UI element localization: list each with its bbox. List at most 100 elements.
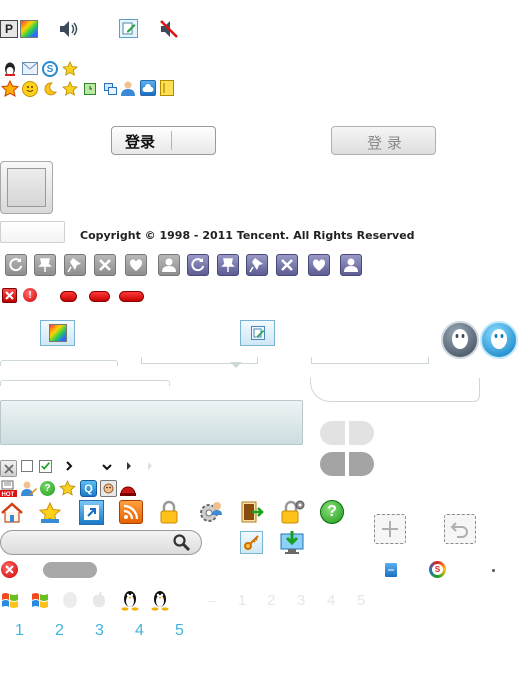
qq-penguin-icon [491,329,507,349]
hot-icon: HOT [0,480,17,497]
search-icon[interactable] [172,533,191,552]
mute-icon[interactable] [158,18,180,40]
panel-outline-left [0,360,118,366]
heart-button[interactable] [125,254,147,276]
login-button[interactable]: 登录 [111,126,216,155]
qq-avatar-gray[interactable] [441,321,479,359]
ghost-digit: 5 [357,592,366,609]
home-icon[interactable] [0,501,24,525]
qq-avatar-blue[interactable] [480,321,518,359]
number-tab-4[interactable]: 4 [135,622,144,640]
login-button-label: 登录 [125,133,156,151]
edit-frame-button[interactable] [240,320,275,346]
moon-icon [42,81,58,97]
gray-segment-top-right [349,421,374,445]
caret-right-icon[interactable] [125,461,133,471]
close-button[interactable] [94,254,116,276]
colors-icon [48,324,67,342]
unpin-icon [67,258,81,273]
heart-button-active[interactable] [308,254,330,276]
windows-logo-faded-icon [61,591,79,609]
refresh-button-active[interactable] [187,254,209,276]
gray-close-icon[interactable] [0,460,17,477]
window-icon [104,83,117,95]
gray-segment-top-left [320,421,345,445]
logout-icon[interactable] [240,500,264,524]
star-icon [62,81,78,97]
p-icon[interactable]: P [0,20,18,38]
refresh-button[interactable] [5,254,27,276]
qq-space-icon[interactable]: Q [80,480,97,497]
star-icon [62,61,78,77]
checkbox-checked[interactable] [39,460,52,473]
shortcut-icon[interactable] [79,500,104,525]
close-icon [99,259,111,271]
helmet-icon [119,480,137,497]
svg-text:HOT: HOT [2,492,15,497]
lock-settings-icon[interactable] [279,499,305,525]
textarea-panel[interactable] [0,400,303,445]
gray-pill-button[interactable] [43,562,97,578]
user-icon [344,258,358,272]
colors-icon[interactable] [20,20,38,38]
add-button[interactable] [374,514,406,544]
square-frame-button[interactable] [0,161,53,214]
error-icon: ! [23,288,37,302]
user-button[interactable] [158,254,180,276]
qq-penguin-icon [452,329,468,349]
undo-button[interactable] [444,514,476,544]
ghost-digit: 1 [238,592,247,609]
number-tab-3[interactable]: 3 [95,622,104,640]
help-circle-icon[interactable]: ? [320,500,344,524]
rss-icon[interactable] [119,500,143,524]
ghost-digit: 3 [297,592,306,609]
cloud-icon [140,80,156,96]
undo-icon [450,522,468,538]
red-close-icon[interactable] [2,288,17,303]
book-icon [160,80,174,96]
edit-icon[interactable] [119,19,138,38]
close-button-active[interactable] [276,254,298,276]
panel-outline-right [311,357,429,364]
speaker-icon[interactable] [58,18,80,40]
number-tab-2[interactable]: 2 [55,622,64,640]
qq-wallet-icon[interactable]: S [42,61,58,77]
number-tab-1[interactable]: 1 [15,622,24,640]
number-tab-5[interactable]: 5 [175,622,184,640]
unpin-button[interactable] [64,254,86,276]
pin-button[interactable] [34,254,56,276]
qq-wallet-color-icon: S [429,561,446,578]
copyright-text: Copyright © 1998 - 2011 Tencent. All Rig… [80,229,415,242]
gear-user-icon[interactable] [198,499,224,525]
chevron-down-icon[interactable] [101,462,113,472]
small-dot [492,569,495,572]
heart-icon [312,259,326,271]
crown-star-icon [1,80,19,98]
mail-icon[interactable] [22,62,38,75]
panel-tab-rounded [310,378,480,402]
user-button-active[interactable] [340,254,362,276]
windows-logo-icon [0,590,20,610]
help-icon[interactable]: ? [40,481,55,496]
star-icon [59,480,76,497]
refresh-icon [191,258,205,272]
small-input-box[interactable] [0,221,65,243]
gray-segment-bottom-right [349,452,374,476]
download-computer-icon[interactable] [279,529,305,555]
red-pill-medium [89,291,110,302]
red-pill-small [60,291,77,302]
key-icon[interactable] [240,531,263,554]
ghost-dash [208,601,216,602]
favorite-star-icon[interactable] [38,501,62,525]
chevron-right-icon[interactable] [64,460,74,472]
clock-icon [84,83,96,95]
square-frame-inner [7,168,46,207]
unpin-button-active[interactable] [246,254,268,276]
colors-frame-button[interactable] [40,320,75,346]
lock-icon[interactable] [158,500,180,524]
unpin-icon [249,258,263,273]
refresh-icon [9,258,23,272]
pin-button-active[interactable] [217,254,239,276]
checkbox-unchecked[interactable] [21,460,33,472]
red-circle-close-icon[interactable] [1,561,18,578]
